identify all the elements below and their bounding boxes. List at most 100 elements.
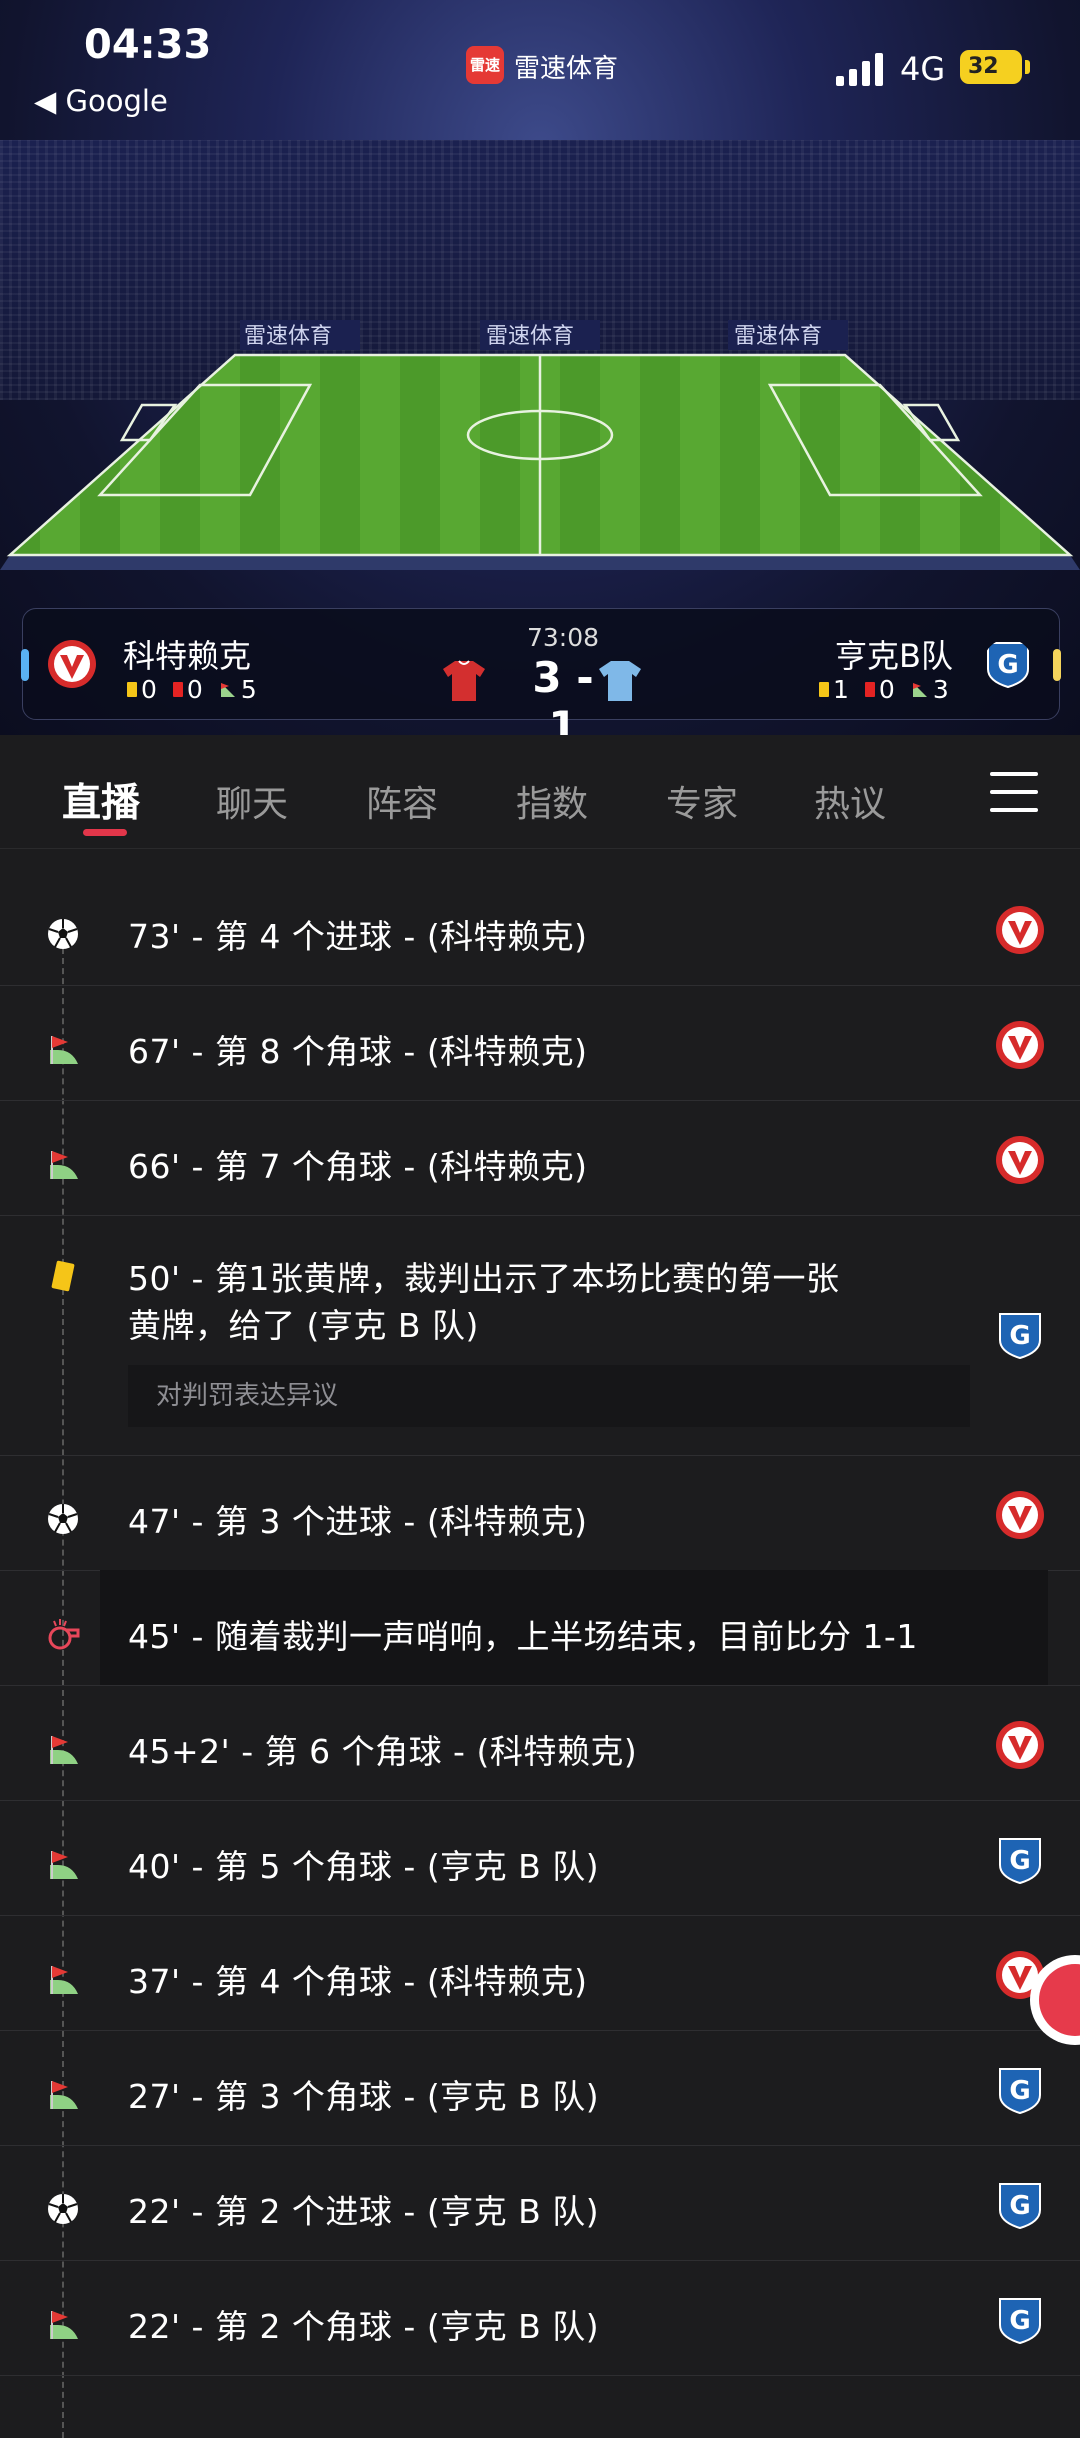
tab-chat[interactable]: 聊天 bbox=[216, 775, 288, 827]
event-row: 27' - 第 3 个角球 - (亨克 B 队) G bbox=[0, 2030, 1080, 2146]
event-text: 50' - 第1张黄牌，裁判出示了本场比赛的第一张 bbox=[128, 1259, 840, 1298]
event-text: 22' - 第 2 个角球 - (亨克 B 队) bbox=[128, 2307, 600, 2346]
away-red-count: 0 bbox=[878, 675, 895, 704]
whistle-icon bbox=[46, 1617, 80, 1651]
tab-experts[interactable]: 专家 bbox=[666, 775, 738, 827]
away-team-crest-icon: G bbox=[995, 2180, 1045, 2230]
home-corner-count: 5 bbox=[240, 675, 257, 704]
ad-board: 雷速体育 bbox=[486, 324, 575, 349]
soccer-ball-icon bbox=[46, 917, 80, 951]
tab-discussion[interactable]: 热议 bbox=[814, 775, 886, 827]
event-row: 22' - 第 2 个角球 - (亨克 B 队) G bbox=[0, 2260, 1080, 2376]
tab-live[interactable]: 直播 bbox=[62, 772, 140, 828]
clock: 04:33 bbox=[84, 22, 212, 68]
event-text: 47' - 第 3 个进球 - (科特赖克) bbox=[128, 1502, 588, 1541]
away-team-name[interactable]: 亨克B队 bbox=[835, 631, 953, 677]
event-row: 22' - 第 2 个进球 - (亨克 B 队) G bbox=[0, 2145, 1080, 2261]
event-row: 45' - 随着裁判一声哨响，上半场结束，目前比分 1-1 bbox=[0, 1570, 1080, 1686]
away-team-crest-icon: G bbox=[995, 1310, 1045, 1360]
menu-icon[interactable] bbox=[990, 772, 1038, 812]
network-type: 4G bbox=[900, 50, 946, 88]
score-panel: 科特赖克 0 0 5 73:08 3 - 1 亨克B队 1 0 3 G bbox=[21, 608, 1061, 735]
status-bar: 04:33 ◀ Google 雷速 雷速体育 4G 32 bbox=[0, 0, 1080, 130]
event-text: 27' - 第 3 个角球 - (亨克 B 队) bbox=[128, 2077, 600, 2116]
ad-board: 雷速体育 bbox=[734, 324, 823, 349]
svg-text:G: G bbox=[997, 650, 1018, 680]
corner-flag-icon bbox=[46, 1847, 80, 1881]
home-team-crest-icon bbox=[995, 1135, 1045, 1185]
battery-level: 32 bbox=[968, 54, 999, 79]
tab-bar: 直播 聊天 阵容 指数 专家 热议 bbox=[0, 735, 1080, 849]
home-team-stats: 0 0 5 bbox=[127, 675, 257, 704]
corner-icon bbox=[220, 682, 235, 697]
home-team-crest-icon bbox=[995, 1720, 1045, 1770]
event-row: 50' - 第1张黄牌，裁判出示了本场比赛的第一张 黄牌，给了 (亨克 B 队) 对… bbox=[0, 1215, 1080, 1456]
home-team-name[interactable]: 科特赖克 bbox=[123, 631, 251, 677]
corner-flag-icon bbox=[46, 1032, 80, 1066]
tab-lineup[interactable]: 阵容 bbox=[366, 775, 438, 827]
away-team-crest-icon: G bbox=[995, 2295, 1045, 2345]
red-card-icon bbox=[864, 682, 875, 697]
svg-text:G: G bbox=[1009, 2076, 1030, 2106]
signal-icon bbox=[836, 53, 883, 86]
event-text: 37' - 第 4 个角球 - (科特赖克) bbox=[128, 1962, 588, 2001]
svg-text:G: G bbox=[1009, 2306, 1030, 2336]
corner-flag-icon bbox=[46, 2307, 80, 2341]
app-logo-icon: 雷速 bbox=[466, 46, 504, 84]
home-indicator bbox=[21, 649, 29, 681]
event-row: 45+2' - 第 6 个角球 - (科特赖克) bbox=[0, 1685, 1080, 1801]
corner-icon bbox=[912, 682, 927, 697]
event-text-continued: 黄牌，给了 (亨克 B 队) bbox=[128, 1306, 479, 1345]
svg-text:G: G bbox=[1009, 2191, 1030, 2221]
event-text: 22' - 第 2 个进球 - (亨克 B 队) bbox=[128, 2192, 600, 2231]
away-kit-icon bbox=[599, 661, 641, 701]
red-card-icon bbox=[172, 682, 183, 697]
event-text: 45+2' - 第 6 个角球 - (科特赖克) bbox=[128, 1732, 638, 1771]
home-team-crest-icon bbox=[995, 1020, 1045, 1070]
away-team-crest-icon[interactable]: G bbox=[983, 639, 1033, 689]
away-team-crest-icon: G bbox=[995, 2065, 1045, 2115]
yellow-card-icon bbox=[46, 1259, 80, 1293]
tab-odds[interactable]: 指数 bbox=[516, 775, 588, 827]
event-text: 67' - 第 8 个角球 - (科特赖克) bbox=[128, 1032, 588, 1071]
ad-board: 雷速体育 bbox=[244, 324, 333, 349]
away-team-stats: 1 0 3 bbox=[819, 675, 949, 704]
event-row: 40' - 第 5 个角球 - (亨克 B 队) G bbox=[0, 1800, 1080, 1916]
event-row: 73' - 第 4 个进球 - (科特赖克) bbox=[0, 870, 1080, 986]
corner-flag-icon bbox=[46, 1147, 80, 1181]
corner-flag-icon bbox=[46, 1962, 80, 1996]
soccer-ball-icon bbox=[46, 2192, 80, 2226]
event-row: 37' - 第 4 个角球 - (科特赖克) bbox=[0, 1915, 1080, 2031]
stadium-header: 雷速体育 雷速体育 雷速体育 04:33 ◀ Google 雷速 雷速体育 4G… bbox=[0, 0, 1080, 735]
corner-flag-icon bbox=[46, 2077, 80, 2111]
battery-icon: 32 bbox=[960, 50, 1030, 84]
soccer-ball-icon bbox=[46, 1502, 80, 1536]
away-indicator bbox=[1053, 649, 1061, 681]
active-tab-indicator bbox=[83, 829, 127, 836]
event-row: 66' - 第 7 个角球 - (科特赖克) bbox=[0, 1100, 1080, 1216]
event-row: 67' - 第 8 个角球 - (科特赖克) bbox=[0, 985, 1080, 1101]
home-yellow-count: 0 bbox=[141, 675, 157, 704]
away-corner-count: 3 bbox=[932, 675, 949, 704]
home-red-count: 0 bbox=[186, 675, 203, 704]
app-name: 雷速体育 bbox=[514, 54, 619, 84]
home-kit-icon bbox=[443, 660, 485, 701]
event-text: 66' - 第 7 个角球 - (科特赖克) bbox=[128, 1147, 588, 1186]
away-yellow-count: 1 bbox=[833, 675, 849, 704]
home-team-crest-icon bbox=[995, 905, 1045, 955]
back-to-app-link[interactable]: ◀ Google bbox=[34, 84, 168, 118]
svg-text:G: G bbox=[1009, 1846, 1030, 1876]
event-text: 73' - 第 4 个进球 - (科特赖克) bbox=[128, 917, 588, 956]
away-team-crest-icon: G bbox=[995, 1835, 1045, 1885]
home-team-crest-icon bbox=[995, 1490, 1045, 1540]
event-text: 45' - 随着裁判一声哨响，上半场结束，目前比分 1-1 bbox=[128, 1617, 918, 1656]
event-note: 对判罚表达异议 bbox=[128, 1365, 970, 1427]
home-team-crest-icon[interactable] bbox=[47, 639, 97, 689]
event-text: 40' - 第 5 个角球 - (亨克 B 队) bbox=[128, 1847, 600, 1886]
corner-flag-icon bbox=[46, 1732, 80, 1766]
yellow-card-icon bbox=[127, 682, 137, 697]
event-row: 47' - 第 3 个进球 - (科特赖克) bbox=[0, 1455, 1080, 1571]
match-minute: 73:08 bbox=[526, 623, 600, 652]
svg-text:G: G bbox=[1009, 1321, 1030, 1351]
yellow-card-icon bbox=[819, 682, 829, 697]
